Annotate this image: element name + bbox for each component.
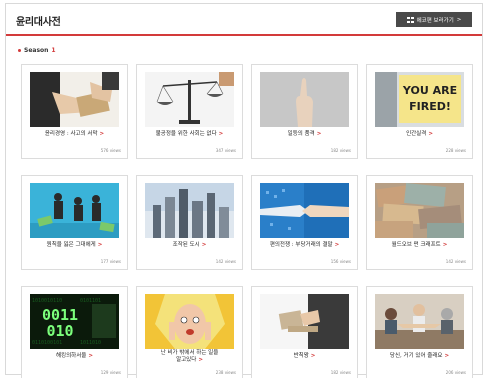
- episode-title: 해킹의하서울 >: [56, 353, 93, 359]
- view-count: 182 views: [330, 148, 351, 153]
- season-heading: Season 1: [18, 47, 56, 54]
- episode-card[interactable]: 원칙을 잃은 그대에게 > 177 views: [21, 175, 128, 270]
- episode-thumbnail: [260, 294, 349, 349]
- episode-thumbnail: [375, 294, 464, 349]
- episode-thumbnail: [30, 183, 119, 238]
- view-count: 576 views: [100, 148, 121, 153]
- svg-text:010: 010: [46, 322, 73, 340]
- episode-thumbnail: 1010010110 0101101 0110100101 1011010 0011…: [30, 294, 119, 349]
- episode-title: 반칙왕 >: [293, 353, 316, 359]
- episode-card[interactable]: 윤리경영 : 사고의 서막 > 576 views: [21, 64, 128, 159]
- grid-icon: [406, 16, 414, 23]
- episode-title: 윤리경영 : 사고의 서막 >: [44, 131, 105, 137]
- svg-text:YOU ARE: YOU ARE: [402, 84, 457, 97]
- view-count: 129 views: [100, 370, 121, 375]
- chevron-right-icon: >: [456, 16, 462, 23]
- episode-thumbnail: YOU ARE FIRED!: [375, 72, 464, 127]
- view-count: 142 views: [445, 259, 466, 264]
- view-all-label: 에코편 보러가기: [416, 17, 454, 24]
- svg-text:FIRED!: FIRED!: [409, 100, 451, 113]
- content-panel: 윤리대사전 에코편 보러가기 > Season 1 윤리경영: 사고의 서막 …: [5, 3, 483, 378]
- episode-thumbnail: [260, 183, 349, 238]
- episode-thumbnail: [145, 294, 234, 349]
- episode-title: 불공정을 위한 사회는 없다 >: [155, 131, 224, 137]
- svg-text:1010010110: 1010010110: [32, 298, 62, 304]
- episode-thumbnail: [30, 72, 119, 127]
- view-count: 206 views: [445, 370, 466, 375]
- episode-title: 월드오브 펀 크래프트 >: [391, 242, 448, 248]
- episode-title: 인간실격 >: [406, 131, 433, 137]
- episode-title: 당신, 거기 있어 줄래요 >: [389, 353, 450, 359]
- episode-card[interactable]: 1010010110 0101101 0110100101 1011010 0011…: [21, 286, 128, 378]
- episode-card[interactable]: 월드오브 펀 크래프트 > 142 views: [366, 175, 473, 270]
- view-count: 156 views: [330, 259, 351, 264]
- view-count: 142 views: [215, 259, 236, 264]
- view-count: 238 views: [215, 370, 236, 375]
- episode-title: 편의전쟁 : 부당거래의 결말 >: [269, 242, 340, 248]
- svg-text:0110100101: 0110100101: [32, 340, 62, 346]
- panel-header: 윤리대사전 에코편 보러가기 >: [6, 4, 482, 36]
- episode-card[interactable]: 불공정을 위한 사회는 없다 > 347 views: [136, 64, 243, 159]
- view-count: 347 views: [215, 148, 236, 153]
- episode-thumbnail: [145, 72, 234, 127]
- page-title: 윤리대사전: [16, 17, 61, 28]
- svg-text:1011010: 1011010: [80, 340, 101, 346]
- episode-title: 조작된 도시 >: [172, 242, 207, 248]
- episode-card[interactable]: 난 비가 밖에서 하는 일을 알고있다 > 238 views: [136, 286, 243, 378]
- season-number: 1: [51, 47, 56, 54]
- episode-title: 일등의 품격 >: [287, 131, 322, 137]
- bullet-icon: [18, 49, 21, 52]
- episode-card[interactable]: 일등의 품격 > 182 views: [251, 64, 358, 159]
- episode-thumbnail: [375, 183, 464, 238]
- svg-text:0101101: 0101101: [80, 298, 101, 304]
- episode-card[interactable]: 편의전쟁 : 부당거래의 결말 > 156 views: [251, 175, 358, 270]
- episode-card[interactable]: YOU ARE FIRED! 인간실격 > 228 views: [366, 64, 473, 159]
- view-count: 228 views: [445, 148, 466, 153]
- season-label: Season: [24, 47, 49, 54]
- view-count: 177 views: [100, 259, 121, 264]
- episode-title: 원칙을 잃은 그대에게 >: [46, 242, 103, 248]
- view-count: 182 views: [330, 370, 351, 375]
- episode-card[interactable]: 조작된 도시 > 142 views: [136, 175, 243, 270]
- episode-thumbnail: [145, 183, 234, 238]
- episode-thumbnail: [260, 72, 349, 127]
- episode-card[interactable]: 반칙왕 > 182 views: [251, 286, 358, 378]
- episode-card[interactable]: 당신, 거기 있어 줄래요 > 206 views: [366, 286, 473, 378]
- view-all-button[interactable]: 에코편 보러가기 >: [396, 12, 472, 27]
- episode-title: 난 비가 밖에서 하는 일을 알고있다 >: [160, 350, 219, 363]
